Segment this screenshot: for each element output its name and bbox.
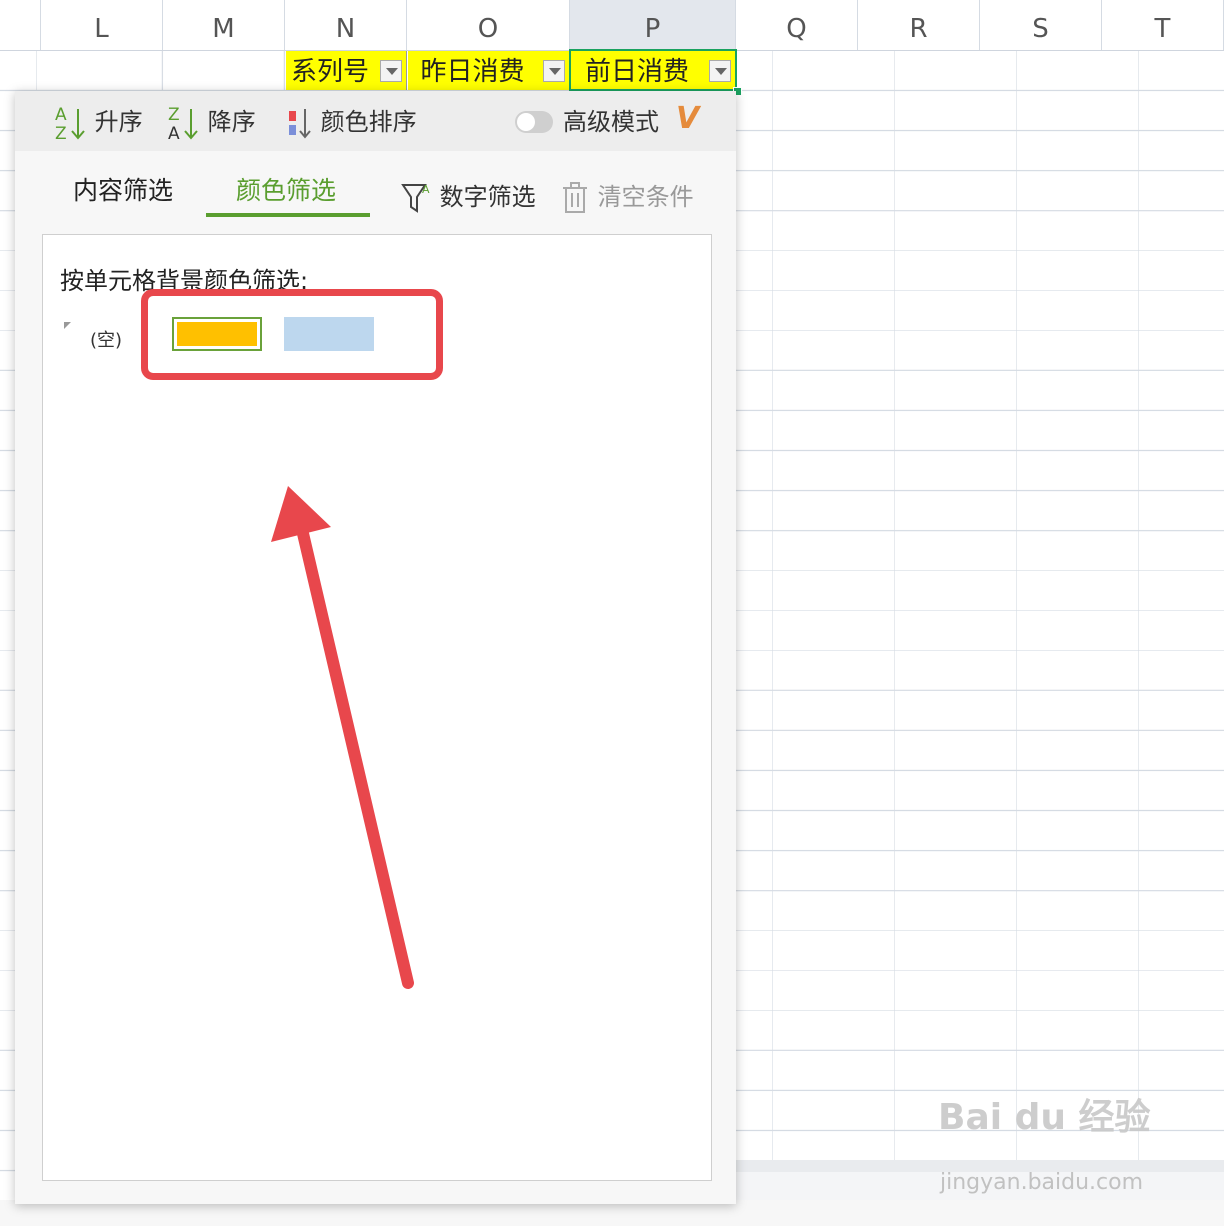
watermark-url: jingyan.baidu.com (940, 1170, 1144, 1195)
watermark-logo: Bai du 经验 (938, 1097, 1151, 1138)
annotation-arrow (271, 486, 414, 989)
